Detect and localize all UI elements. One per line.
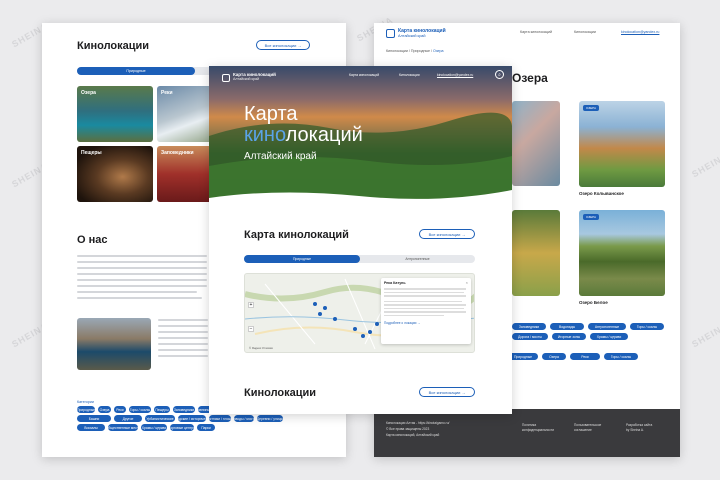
- category-tag[interactable]: Заводы / мосты: [234, 415, 254, 422]
- tag[interactable]: Антропогенные: [588, 323, 626, 330]
- watermark: SHEINA: [690, 150, 720, 180]
- category-tag[interactable]: Деревни / улицы: [257, 415, 283, 422]
- categories-label: Категории: [77, 400, 94, 404]
- card-lakes[interactable]: Озера: [77, 86, 153, 142]
- tag[interactable]: Озера: [542, 353, 566, 360]
- search-icon[interactable]: ⌕: [495, 70, 504, 79]
- zoom-in-button[interactable]: +: [248, 302, 254, 308]
- breadcrumb-item[interactable]: Кинолокации: [386, 49, 408, 53]
- email-link[interactable]: kinolocation@yandex.ru: [437, 73, 473, 77]
- category-tag[interactable]: Природные: [77, 406, 95, 413]
- hero-title-line1: Карта: [244, 103, 298, 125]
- footer-text: соглашение: [574, 428, 592, 432]
- card-title[interactable]: Озеро Колыванское: [579, 191, 624, 196]
- zoom-out-button[interactable]: −: [248, 326, 254, 332]
- map-attribution[interactable]: © Яндекс Условия: [249, 346, 273, 350]
- category-tag[interactable]: Общественные места: [108, 424, 138, 431]
- lake-card-partial[interactable]: [512, 210, 560, 296]
- location-popup: Река Катунь Подробнее о локации → ×: [381, 278, 471, 344]
- brand-subtitle: Алтайский край: [398, 34, 426, 38]
- tag[interactable]: Природные: [508, 353, 538, 360]
- card-title[interactable]: Озеро Белое: [579, 300, 608, 305]
- category-tag[interactable]: Памятники / площади: [209, 415, 231, 422]
- tag[interactable]: Водопады: [550, 323, 584, 330]
- category-tag[interactable]: Озера: [98, 406, 111, 413]
- breadcrumb: Кинолокации / Природные / Озера: [386, 49, 444, 53]
- tag[interactable]: Храмы / церкви: [590, 333, 628, 340]
- tag[interactable]: Игорные зоны: [552, 333, 586, 340]
- card-caves[interactable]: Пещеры: [77, 146, 153, 202]
- category-tag[interactable]: Храмы / церкви: [141, 424, 167, 431]
- hero-title-rest: локаций: [285, 124, 363, 146]
- hero-title-line2: кинолокаций: [244, 125, 363, 145]
- footer-text: by Sheina A.: [626, 428, 644, 432]
- page-title: Озера: [512, 71, 548, 85]
- nav-locations[interactable]: Кинолокации: [574, 30, 596, 34]
- category-tag[interactable]: Парки: [197, 424, 215, 431]
- card-label: Пещеры: [81, 150, 102, 156]
- category-tag[interactable]: Заповедники: [173, 406, 195, 413]
- map-tabs: Природные Антропогенные: [244, 255, 475, 263]
- tag[interactable]: Горы / скалы: [604, 353, 638, 360]
- all-locations-button[interactable]: Все кинолокации →: [419, 229, 475, 239]
- category-tag[interactable]: Башни: [77, 415, 111, 422]
- footer-privacy-link[interactable]: Политика конфиденциальности: [522, 423, 554, 433]
- popup-title: Река Катунь: [384, 281, 406, 285]
- lake-card-kolyvan[interactable]: ОЗЕРА: [579, 101, 665, 187]
- page-home: Карта кинолокаций Алтайский край Карта к…: [209, 66, 512, 414]
- category-tag[interactable]: Городские / исторические: [178, 415, 206, 422]
- tag[interactable]: Дорога / мосты: [512, 333, 548, 340]
- hero-subtitle: Алтайский край: [244, 151, 317, 162]
- category-tag[interactable]: Другое: [114, 415, 142, 422]
- badge: ОЗЕРА: [583, 105, 599, 111]
- popup-more-link[interactable]: Подробнее о локации →: [384, 321, 468, 325]
- nav-locations[interactable]: Кинолокации: [399, 73, 420, 77]
- category-tag[interactable]: Пещеры: [154, 406, 170, 413]
- breadcrumb-current: Озера: [433, 49, 444, 53]
- lake-card-beloe[interactable]: ОЗЕРА: [579, 210, 665, 296]
- about-heading: О нас: [77, 234, 108, 246]
- footer: Кинолокации Алтая - https://kinotaigamo.…: [374, 409, 680, 457]
- email-link[interactable]: kinolocation@yandex.ru: [621, 30, 659, 34]
- tag[interactable]: Горы / скалы: [630, 323, 664, 330]
- footer-terms-link[interactable]: Пользовательское соглашение: [574, 423, 601, 433]
- category-tag[interactable]: Вокзалы: [77, 424, 105, 431]
- tag[interactable]: Реки: [570, 353, 600, 360]
- hero-image: Карта кинолокаций Алтайский край Карта к…: [209, 66, 512, 216]
- category-tag[interactable]: Реки: [114, 406, 126, 413]
- close-icon[interactable]: ×: [466, 280, 468, 285]
- tab-natural[interactable]: Природные: [77, 67, 195, 75]
- tab-natural[interactable]: Природные: [244, 255, 360, 263]
- nav-map[interactable]: Карта кинолокаций: [520, 30, 552, 34]
- logo-icon: [222, 74, 230, 82]
- nav-map[interactable]: Карта кинолокаций: [349, 73, 379, 77]
- category-tag[interactable]: Урбанистические: [145, 415, 175, 422]
- card-label: Озера: [81, 90, 96, 96]
- card-label: Реки: [161, 90, 173, 96]
- lake-card-partial[interactable]: [512, 101, 560, 186]
- page-title: Кинолокации: [77, 40, 150, 52]
- category-tag[interactable]: Горы / скалы: [129, 406, 151, 413]
- map-heading: Карта кинолокаций: [244, 229, 349, 241]
- category-tag[interactable]: Торговые центры: [170, 424, 194, 431]
- footer-dev-credit: Разработка сайта by Sheina A.: [626, 423, 652, 433]
- brand-subtitle: Алтайский край: [233, 77, 260, 81]
- footer-tagline: Карта кинолокаций, Алтайский край: [386, 433, 440, 437]
- card-label: Заповедники: [161, 150, 194, 156]
- logo-icon: [386, 29, 395, 38]
- locations-heading: Кинолокации: [244, 387, 317, 399]
- badge: ОЗЕРА: [583, 214, 599, 220]
- breadcrumb-item[interactable]: Природные: [411, 49, 430, 53]
- about-photo: [77, 318, 151, 370]
- all-locations-button[interactable]: Все кинолокации →: [419, 387, 475, 397]
- hero-title-accent: кино: [244, 124, 286, 146]
- tag[interactable]: Заповедники: [512, 323, 546, 330]
- map-widget[interactable]: + − Река Катунь Подробнее о локации → × …: [244, 273, 475, 353]
- watermark: SHEINA: [690, 320, 720, 350]
- tab-anthropogenic[interactable]: Антропогенные: [360, 255, 475, 263]
- all-locations-button[interactable]: Все кинолокации →: [256, 40, 310, 50]
- footer-text: конфиденциальности: [522, 428, 555, 432]
